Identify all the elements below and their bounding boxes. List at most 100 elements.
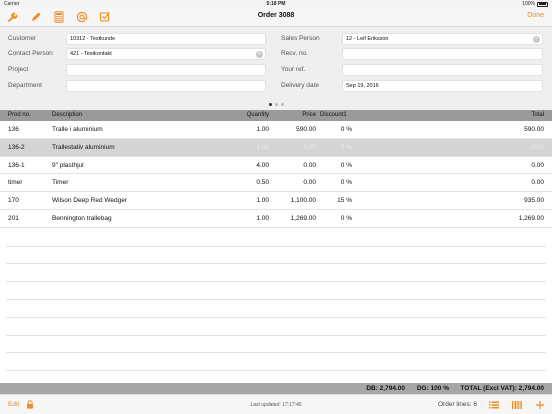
discount-cell: 0 % — [340, 126, 352, 133]
page-title: Order 3088 — [257, 12, 295, 19]
recv-no-label: Recv. no. — [281, 50, 308, 57]
sales-person-field[interactable]: 12 - Leif Eriksson × — [342, 33, 543, 45]
clear-icon[interactable]: × — [256, 51, 263, 58]
discount-cell: 15 % — [337, 197, 352, 205]
department-label: Department — [8, 82, 42, 89]
prod-no-cell: timer — [8, 179, 23, 187]
column-header-price[interactable]: Price — [302, 112, 316, 118]
page-indicator[interactable] — [0, 103, 552, 106]
empty-row-divider — [6, 263, 546, 265]
customer-row: Customer 10312 - Testkunde — [8, 33, 268, 46]
price-cell: 590.00 — [296, 126, 316, 133]
department-row: Department — [8, 80, 268, 93]
recv-no-field[interactable] — [342, 48, 543, 60]
column-header-discount[interactable]: Discount1 — [320, 112, 347, 118]
sales-person-row: Sales Person 12 - Leif Eriksson × — [281, 33, 543, 46]
customer-field[interactable]: 10312 - Testkunde — [66, 33, 266, 45]
db-total: DB: 2,794.00 — [366, 385, 405, 392]
column-header-quantity[interactable]: Quantity — [247, 112, 269, 118]
empty-row-divider — [6, 334, 546, 336]
table-row[interactable]: 136 Tralle i aluminium 1.00 590.00 0 % 5… — [0, 121, 552, 139]
total-cell: 0.00 — [531, 161, 544, 169]
table-row[interactable]: timer Timer 0.50 0.00 0 % 0.00 — [0, 174, 552, 193]
quantity-cell: 1.00 — [256, 143, 269, 151]
quantity-cell: 0.50 — [256, 179, 269, 187]
table-row[interactable]: 136-1 9" plasthjul 4.00 0.00 0 % 0.00 — [0, 157, 552, 175]
price-cell: 0.00 — [303, 143, 316, 151]
department-field[interactable] — [66, 80, 266, 92]
project-field[interactable] — [66, 64, 266, 76]
your-ref-row: Your ref. — [281, 64, 543, 77]
delivery-date-row: Delivery date Sep 19, 2016 — [281, 80, 543, 93]
dg-percent: DG: 100 % — [416, 385, 449, 392]
table-row[interactable]: 170 Wilson Deep Red Wedger 1.00 1,100.00… — [0, 192, 552, 210]
description-cell: Bennington trallebag — [52, 215, 112, 222]
order-header-form: Customer 10312 - Testkunde Contact Perso… — [0, 27, 552, 110]
empty-row-divider — [6, 299, 546, 300]
column-header-prod-no[interactable]: Prod no. — [8, 112, 31, 118]
sales-person-label: Sales Person — [281, 35, 320, 42]
recv-no-row: Recv. no. — [281, 48, 543, 61]
done-button[interactable]: Done — [527, 12, 544, 19]
discount-cell: 0 % — [340, 179, 352, 187]
contact-row: Contact Person 421 - Testkontakt × — [8, 48, 268, 61]
contact-person-field[interactable]: 421 - Testkontakt × — [66, 48, 266, 60]
total-excl-vat: TOTAL (Excl VAT): 2,794.00 — [460, 385, 544, 392]
empty-row-divider — [6, 245, 546, 247]
discount-cell: 0 % — [340, 161, 352, 169]
price-cell: 0.00 — [303, 179, 316, 187]
your-ref-label: Your ref. — [281, 66, 306, 73]
page-dot — [268, 103, 272, 106]
plus-icon[interactable] — [535, 400, 545, 410]
empty-row-divider — [6, 281, 546, 283]
battery-icon — [537, 1, 548, 7]
page-dot — [280, 103, 284, 106]
project-label: Project — [8, 66, 29, 73]
navigation-bar: Order 3088 Done — [0, 8, 552, 27]
order-summary-bar: DB: 2,794.00 DG: 100 % TOTAL (Excl VAT):… — [0, 383, 552, 394]
empty-row-divider — [6, 316, 546, 318]
table-row[interactable]: 136-2 Trallestativ aluminium 1.00 0.00 0… — [0, 138, 552, 157]
description-cell: 9" plasthjul — [52, 161, 84, 169]
delivery-date-field[interactable]: Sep 19, 2016 — [342, 80, 543, 92]
customer-label: Customer — [8, 35, 37, 42]
column-header-total[interactable]: Total — [531, 112, 544, 118]
description-cell: Tralle i aluminium — [52, 126, 103, 133]
total-cell: 1,269.00 — [518, 215, 544, 222]
price-cell: 1,269.00 — [290, 215, 316, 222]
prod-no-cell: 136-1 — [8, 161, 25, 169]
clock: 5:18 PM — [266, 1, 286, 7]
total-cell: 0.00 — [531, 179, 544, 187]
prod-no-cell: 170 — [8, 197, 19, 205]
empty-row-divider — [6, 352, 546, 354]
battery-percent: 100% — [522, 1, 535, 7]
battery-status: 100% — [522, 1, 548, 7]
contact-person-label: Contact Person — [8, 50, 53, 57]
page-dot — [274, 103, 278, 106]
column-header-description[interactable]: Description — [52, 112, 82, 118]
delivery-date-value: Sep 19, 2016 — [346, 83, 379, 89]
description-cell: Timer — [52, 179, 69, 187]
your-ref-field[interactable] — [342, 64, 543, 76]
clear-icon[interactable]: × — [533, 36, 540, 43]
sales-person-value: 12 - Leif Eriksson — [346, 36, 389, 42]
description-cell: Wilson Deep Red Wedger — [52, 197, 128, 205]
barcode-icon[interactable] — [512, 400, 522, 410]
description-cell: Trallestativ aluminium — [52, 143, 115, 151]
project-row: Project — [8, 64, 268, 77]
order-lines-count: Order lines: 6 — [438, 401, 478, 408]
quantity-cell: 1.00 — [256, 197, 269, 205]
list-icon[interactable] — [489, 400, 499, 410]
total-cell: 590.00 — [524, 126, 544, 133]
customer-value: 10312 - Testkunde — [70, 36, 116, 42]
quantity-cell: 1.00 — [256, 215, 269, 222]
prod-no-cell: 136 — [8, 126, 19, 133]
contact-person-value: 421 - Testkontakt — [70, 51, 112, 57]
empty-row-divider — [6, 370, 546, 372]
order-lines-table: 136 Tralle i aluminium 1.00 590.00 0 % 5… — [0, 121, 552, 383]
discount-cell: 0 % — [340, 143, 352, 151]
table-header: Prod no. Description Quantity Price Disc… — [0, 110, 552, 121]
price-cell: 1,100.00 — [290, 197, 316, 205]
status-bar: Carrier 5:18 PM 100% — [0, 0, 552, 8]
table-row[interactable]: 201 Bennington trallebag 1.00 1,269.00 0… — [0, 210, 552, 228]
